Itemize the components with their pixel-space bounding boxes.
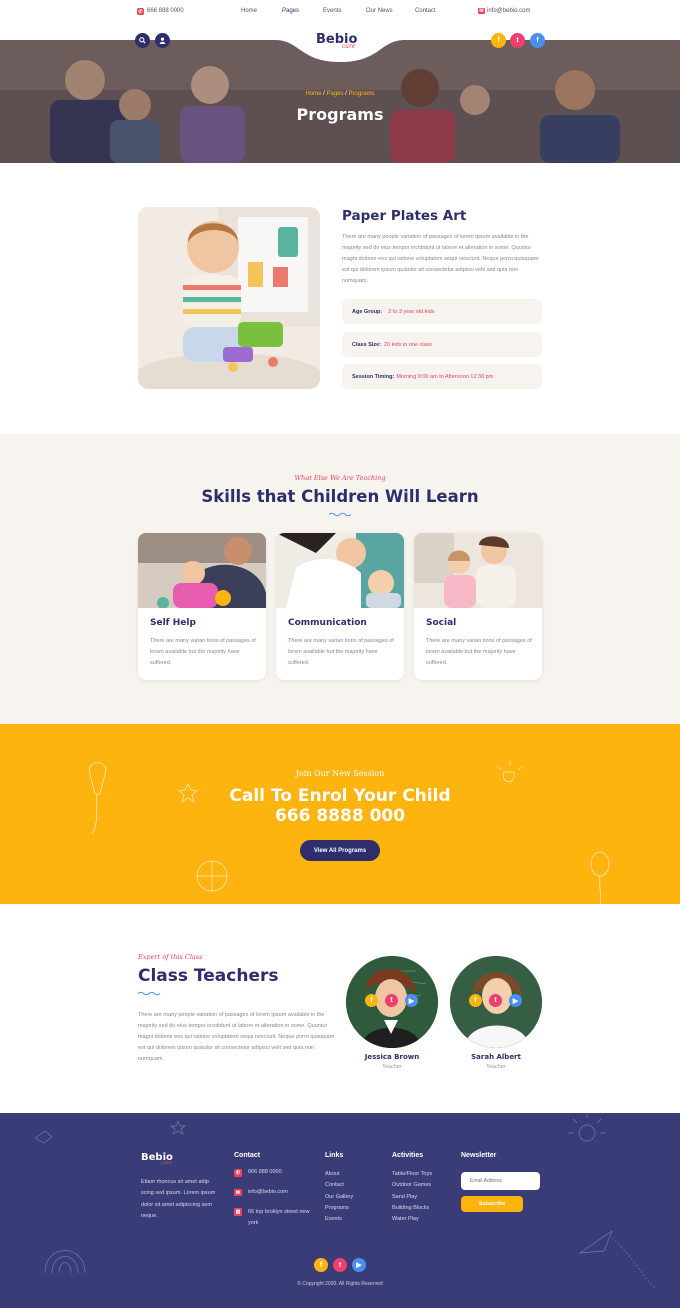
footer-activity[interactable]: Building Blocks [392,1203,432,1214]
nav-events[interactable]: Events [323,8,341,14]
program-description: There are many people variation of passa… [342,234,539,284]
youtube-icon[interactable]: ▶ [509,994,522,1007]
footer-link[interactable]: Programs [325,1203,353,1214]
footer-phone: 666 888 0000 [248,1169,282,1175]
twitter-icon[interactable]: t [489,994,502,1007]
footer-activity[interactable]: Outdoor Games [392,1180,432,1191]
skill-title: Communication [288,618,367,628]
phone-icon: ✆ [137,8,144,15]
detail-value: 2 to 3 year old kids [388,308,435,315]
footer-contact-title: Contact [234,1152,261,1159]
breadcrumb-home[interactable]: Home [305,91,321,97]
wave-divider [329,512,351,517]
footer-about: Etiam rhoncus sit amet adip scing sed ip… [141,1179,216,1219]
skill-description: There are many varian tions of passages … [150,638,256,666]
footer-activities-list: Table/Floor Toys Outdoor Games Sand Play… [392,1169,432,1225]
logo[interactable]: Bebio care [316,32,366,52]
newsletter-email-input[interactable] [461,1172,540,1190]
detail-session-timing: Session Timing: Morning 9:00 am to After… [342,364,542,389]
skill-title: Self Help [150,618,196,628]
teachers-kicker: Expert of this Class [138,953,203,961]
program-title: Paper Plates Art [342,208,467,224]
view-all-programs-button[interactable]: View All Programs [300,840,380,861]
footer-activities-title: Activities [392,1152,424,1159]
youtube-icon[interactable]: ▶ [405,994,418,1007]
skill-description: There are many varian tions of passages … [288,638,394,666]
facebook-icon[interactable]: f [314,1258,328,1272]
nav-pages[interactable]: Pages [282,8,299,14]
detail-label: Age Group: [352,308,383,315]
search-icon[interactable] [135,33,150,48]
footer-link[interactable]: Contact [325,1180,353,1191]
phone-icon: ✆ [234,1169,242,1177]
skills-kicker: What Else We Are Teaching [294,474,386,482]
youtube-icon[interactable]: ▶ [352,1258,366,1272]
topbar: ✆ 666 888 0000 Home Pages Events Our New… [0,0,680,24]
skill-image [138,533,266,608]
twitter-icon[interactable]: t [333,1258,347,1272]
nav-news[interactable]: Our News [366,8,393,14]
enrol-phone: 666 8888 000 [274,806,406,826]
teachers-description: There are many people variation of passa… [138,1012,335,1062]
skills-title: Skills that Children Will Learn [201,487,479,506]
logo-sub: care [342,43,356,50]
facebook-icon-blue[interactable]: f [530,33,545,48]
skill-card-communication[interactable]: Communication There are many varian tion… [276,533,404,680]
page-title: Programs [296,105,384,124]
footer-newsletter-title: Newsletter [461,1152,497,1159]
footer-email: info@bebio.com [248,1189,288,1195]
teachers-title: Class Teachers [138,966,279,986]
enrol-title: Call To Enrol Your Child [229,786,451,806]
topbar-phone: 666 888 0000 [147,8,184,14]
nav-contact[interactable]: Contact [415,8,436,14]
footer-activity[interactable]: Water Play [392,1214,432,1225]
teacher-role: Teacher [486,1064,506,1070]
skill-card-self-help[interactable]: Self Help There are many varian tions of… [138,533,266,680]
skill-card-social[interactable]: Social There are many varian tions of pa… [414,533,542,680]
detail-label: Session Timing: [352,373,395,380]
breadcrumb-pages[interactable]: Pages [326,91,343,97]
detail-value: 20 kids in one class [384,341,433,348]
twitter-icon[interactable]: t [385,994,398,1007]
twitter-icon[interactable]: t [510,33,525,48]
program-image [138,207,320,389]
skill-description: There are many varian tions of passages … [426,638,532,666]
email-icon: ✉ [234,1189,242,1196]
subscribe-button[interactable]: Subscribe [461,1196,523,1212]
footer-link[interactable]: Events [325,1214,353,1225]
detail-label: Class Size: [352,341,382,348]
teacher-name: Sarah Albert [471,1053,521,1061]
skill-image [414,533,542,608]
wave-divider [138,991,160,996]
footer-activity[interactable]: Sand Play [392,1192,432,1203]
breadcrumb: Home / Pages / Programs [305,91,375,97]
breadcrumb-current: Programs [348,91,375,97]
enrol-kicker: Join Our New Session [295,769,385,778]
facebook-icon[interactable]: f [491,33,506,48]
detail-class-size: Class Size: 20 kids in one class [342,332,542,357]
footer-link[interactable]: Our Gallery [325,1192,353,1203]
footer-links-title: Links [325,1152,344,1159]
footer-links-list: About Contact Our Gallery Programs Event… [325,1169,353,1225]
facebook-icon[interactable]: f [365,994,378,1007]
skill-title: Social [426,618,457,628]
teacher-name: Jessica Brown [364,1053,420,1061]
facebook-icon[interactable]: f [469,994,482,1007]
footer-logo-sub: care [161,1160,173,1166]
copyright: © Copyright 2020. All Rights Reserved [297,1281,383,1287]
footer-activity[interactable]: Table/Floor Toys [392,1169,432,1180]
user-icon[interactable] [155,33,170,48]
footer-logo[interactable]: Bebio care [141,1152,181,1168]
footer-address: 66 top broklyn street new york [248,1209,310,1227]
teacher-role: Teacher [382,1064,402,1070]
detail-value: Morning 9:00 am to Afternoon 12:30 pm [396,373,494,380]
detail-age-group: Age Group: 2 to 3 year old kids [342,299,542,324]
map-icon: ▥ [234,1208,242,1216]
topbar-email: info@bebio.com [487,8,531,14]
nav-home[interactable]: Home [241,8,257,14]
skill-image [276,533,404,608]
email-icon: ✉ [478,8,485,14]
footer-link[interactable]: About [325,1169,353,1180]
hero-banner [0,40,680,163]
